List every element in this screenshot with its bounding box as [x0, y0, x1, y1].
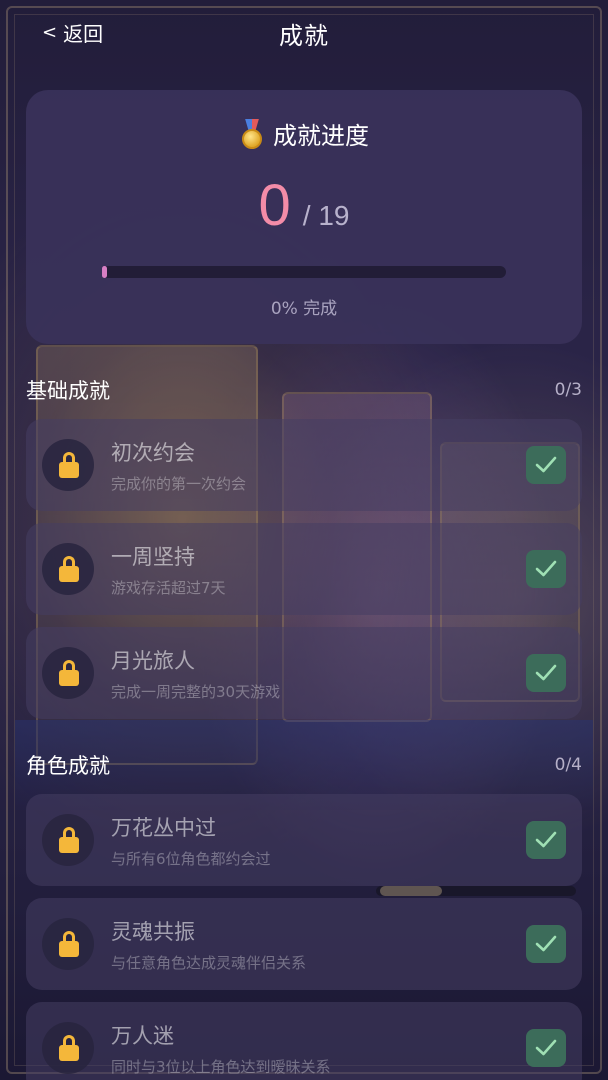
progress-current: 0 [258, 173, 291, 238]
progress-percent-label: 0% 完成 [270, 299, 338, 319]
check-icon [526, 821, 566, 859]
lock-badge [42, 543, 94, 595]
achievement-name: 万人迷 [111, 1024, 174, 1048]
lock-badge [42, 814, 94, 866]
page-title: 成就 [279, 22, 329, 50]
achievement-card[interactable]: 初次约会 完成你的第一次约会 [26, 419, 582, 511]
achievement-name: 一周坚持 [111, 545, 195, 569]
achievement-card[interactable]: 万人迷 同时与3位以上角色达到暧昧关系 [26, 1002, 582, 1080]
lock-icon [59, 452, 79, 478]
section-title: 基础成就 [26, 379, 110, 403]
achievement-name: 灵魂共振 [111, 920, 195, 944]
achievement-card[interactable]: 月光旅人 完成一周完整的30天游戏 [26, 627, 582, 719]
lock-icon [59, 556, 79, 582]
check-icon [526, 446, 566, 484]
check-icon [526, 1029, 566, 1067]
progress-count: 0 / 19 [26, 172, 582, 239]
achievement-description: 游戏存活超过7天 [111, 579, 226, 597]
lock-icon [59, 660, 79, 686]
check-icon [526, 654, 566, 692]
achievement-progress-card: 成就进度 0 / 19 0% 完成 [26, 90, 582, 344]
progress-total: / 19 [302, 200, 350, 231]
achievement-description: 与任意角色达成灵魂伴侣关系 [111, 954, 307, 972]
achievement-name: 万花丛中过 [111, 816, 216, 840]
lock-icon [59, 827, 79, 853]
achievement-description: 同时与3位以上角色达到暧昧关系 [111, 1058, 331, 1076]
achievement-name: 初次约会 [111, 441, 195, 465]
lock-icon [59, 1035, 79, 1061]
check-icon [526, 925, 566, 963]
achievement-description: 完成一周完整的30天游戏 [111, 683, 281, 701]
achievement-description: 与所有6位角色都约会过 [111, 850, 271, 868]
achievement-card[interactable]: 一周坚持 游戏存活超过7天 [26, 523, 582, 615]
section-count: 0/3 [554, 380, 582, 400]
section-header-character: 角色成就 0/4 [26, 750, 582, 780]
section-count: 0/4 [554, 755, 582, 775]
progress-bar-fill [102, 266, 107, 278]
progress-title: 成就进度 [273, 122, 369, 150]
section-title: 角色成就 [26, 754, 110, 778]
achievement-name: 月光旅人 [111, 649, 195, 673]
achievement-card[interactable]: 万花丛中过 与所有6位角色都约会过 [26, 794, 582, 886]
lock-badge [42, 439, 94, 491]
lock-badge [42, 1022, 94, 1074]
section-header-basic: 基础成就 0/3 [26, 375, 582, 405]
achievement-description: 完成你的第一次约会 [111, 475, 247, 493]
header: < 返回 成就 [0, 0, 608, 66]
achievement-card[interactable]: 灵魂共振 与任意角色达成灵魂伴侣关系 [26, 898, 582, 990]
background-scroll-indicator [376, 886, 576, 896]
lock-badge [42, 918, 94, 970]
progress-title-row: 成就进度 [26, 116, 582, 151]
lock-icon [59, 931, 79, 957]
medal-icon [239, 118, 265, 149]
check-icon [526, 550, 566, 588]
lock-badge [42, 647, 94, 699]
progress-bar [102, 266, 506, 278]
